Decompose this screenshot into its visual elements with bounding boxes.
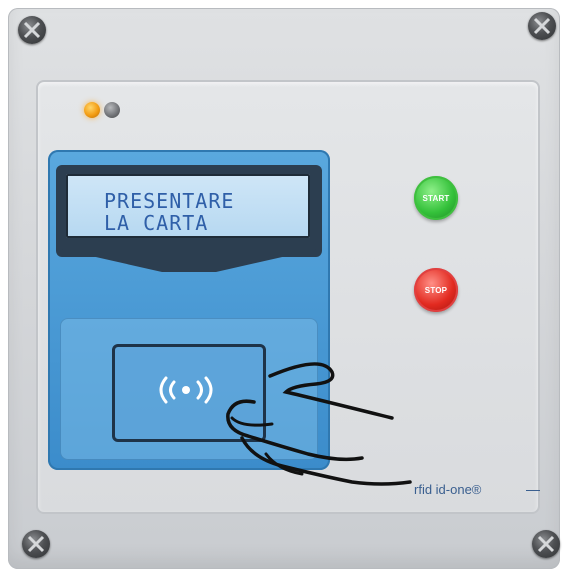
start-button[interactable]: START xyxy=(414,176,458,220)
lcd-line-2: LA CARTA xyxy=(104,211,209,235)
screw-bottom-right-icon xyxy=(532,530,560,558)
brand-divider xyxy=(526,490,540,491)
screw-top-left-icon xyxy=(18,16,46,44)
brand-logo: rfid id-one® xyxy=(414,482,482,497)
led-orange-indicator xyxy=(84,102,100,118)
screw-bottom-left-icon xyxy=(22,530,50,558)
stop-button[interactable]: STOP xyxy=(414,268,458,312)
hand-illustration-icon xyxy=(226,362,412,486)
lcd-bezel-notch xyxy=(56,240,322,272)
led-gray-indicator xyxy=(104,102,120,118)
lcd-line-1: PRESENTARE xyxy=(104,189,235,213)
screw-top-right-icon xyxy=(528,12,556,40)
